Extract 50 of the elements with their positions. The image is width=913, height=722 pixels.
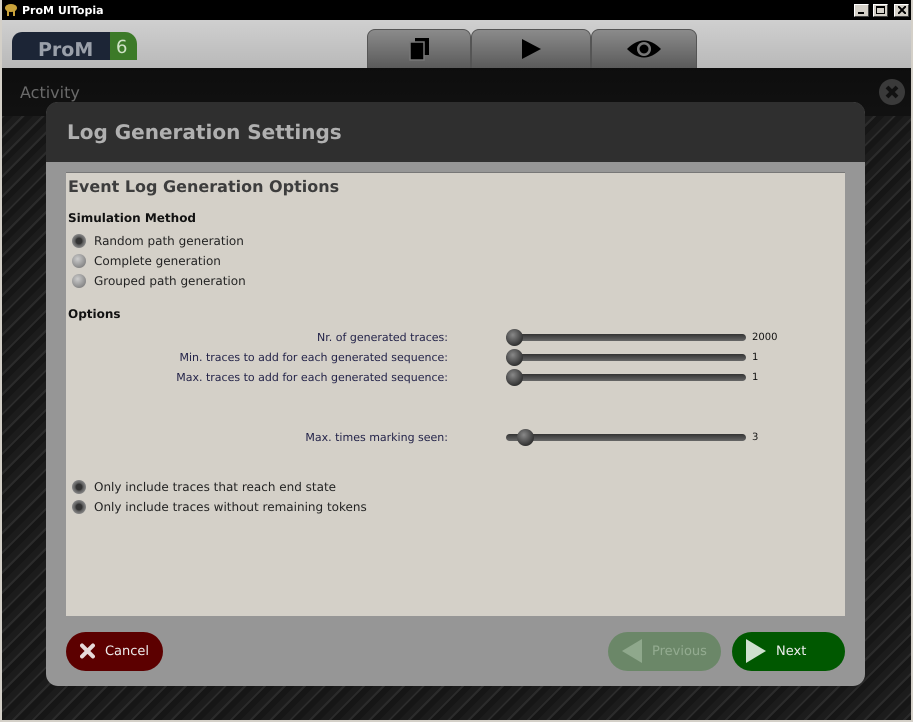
toggle-label: Only include traces without remaining tokens [94, 500, 367, 514]
maximize-button[interactable] [873, 4, 888, 16]
toggle-label: Only include traces that reach end state [94, 480, 336, 494]
activity-title: Activity [20, 82, 80, 102]
slider-thumb[interactable] [506, 328, 523, 346]
window-title: ProM UITopia [22, 4, 105, 16]
dialog-title: Log Generation Settings [67, 120, 342, 144]
right-triangle-icon [746, 639, 766, 663]
slider-track[interactable] [506, 368, 746, 386]
app-icon [4, 3, 18, 17]
options-heading: Event Log Generation Options [68, 177, 340, 198]
toggle-button[interactable] [72, 480, 86, 494]
eye-icon [626, 38, 662, 60]
toolbar-tab[interactable] [471, 29, 592, 68]
close-button[interactable] [894, 4, 909, 16]
slider-value: 3 [752, 432, 760, 442]
slider-label: Max. traces to add for each generated sequence: [176, 370, 448, 384]
slider-thumb[interactable] [517, 428, 534, 446]
maximize-icon [876, 6, 885, 14]
section-heading: Simulation Method [68, 211, 198, 227]
cancel-button[interactable]: Cancel [66, 632, 163, 670]
toggle-button[interactable] [72, 500, 86, 514]
toolbar-tab[interactable] [591, 29, 698, 68]
slider-label: Min. traces to add for each generated sequence: [179, 350, 448, 364]
slider-value: 1 [752, 352, 760, 362]
documents-icon [408, 37, 430, 61]
slider-label: Nr. of generated traces: [317, 330, 448, 344]
toolbar-tab[interactable] [367, 29, 472, 68]
radio-button[interactable] [72, 234, 86, 248]
section-heading: Options [68, 307, 122, 323]
logo-name: ProM [12, 32, 110, 60]
slider-track[interactable] [506, 348, 746, 366]
radio-label: Random path generation [94, 234, 244, 248]
slider-track[interactable] [506, 328, 746, 346]
minimize-button[interactable] [854, 4, 869, 16]
close-icon [898, 6, 906, 14]
slider-thumb[interactable] [506, 348, 523, 366]
radio-label: Complete generation [94, 254, 221, 268]
slider-label: Max. times marking seen: [305, 430, 448, 444]
left-triangle-icon [622, 639, 642, 663]
radio-label: Grouped path generation [94, 274, 246, 288]
radio-button[interactable] [72, 274, 86, 288]
slider-value: 1 [752, 372, 760, 382]
slider-thumb[interactable] [506, 368, 523, 386]
play-icon [520, 38, 542, 60]
logo-version: 6 [110, 32, 138, 60]
slider-value: 2000 [752, 332, 778, 342]
slider-track[interactable] [506, 428, 746, 446]
next-button[interactable]: Next [732, 632, 845, 670]
radio-button[interactable] [72, 254, 86, 268]
